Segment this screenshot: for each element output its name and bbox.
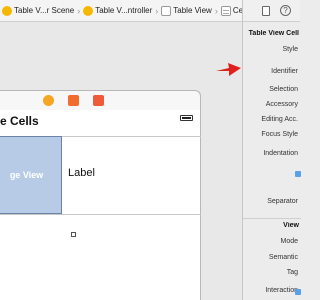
table-view-icon: [161, 5, 172, 16]
selection-label: Selection: [269, 86, 298, 93]
identifier-label: Identifier: [271, 68, 298, 75]
annotation-arrow-icon: [216, 63, 241, 76]
tag-label: Tag: [286, 269, 298, 276]
resize-handle[interactable]: [71, 232, 76, 237]
editing-accessory-label: Editing Acc.: [261, 116, 298, 123]
view-header: View: [283, 222, 299, 229]
interaction-checkbox[interactable]: [295, 289, 301, 295]
attributes-inspector: ? Table View Cell Style Identifier Selec…: [242, 0, 301, 300]
first-responder-icon[interactable]: [68, 95, 79, 106]
view-controller-icon: [83, 5, 94, 16]
breadcrumb-table-view[interactable]: Table View: [159, 0, 214, 21]
image-view-label: ge View: [9, 170, 44, 180]
help-icon[interactable]: ?: [280, 5, 291, 16]
table-view-cell-header: Table View Cell: [248, 30, 299, 37]
exit-icon[interactable]: [93, 95, 104, 106]
chevron-right-icon: ›: [155, 5, 159, 16]
cell-bottom-divider: [0, 214, 201, 215]
breadcrumb-cell-label: Cell: [232, 6, 242, 15]
cell-label[interactable]: Label: [68, 167, 95, 179]
semantic-label: Semantic: [268, 254, 298, 261]
focus-style-label: Focus Style: [261, 131, 298, 138]
chevron-right-icon: ›: [214, 5, 218, 16]
table-view[interactable]: e Cells ge View Label: [0, 110, 201, 300]
table-cell-icon: [220, 5, 231, 16]
breadcrumb-scene-label: Table V...r Scene: [14, 6, 75, 15]
breadcrumb-controller[interactable]: Table V...ntroller: [81, 0, 154, 21]
separator-label: Separator: [267, 198, 298, 205]
breadcrumb-cell[interactable]: Cell: [219, 0, 242, 21]
breadcrumb-table-view-label: Table View: [173, 6, 212, 15]
indentation-stepper[interactable]: [295, 171, 301, 177]
view-controller-icon[interactable]: [43, 95, 54, 106]
jump-bar: Table V...r Scene › Table V...ntroller ›…: [0, 0, 242, 22]
battery-icon: [180, 115, 193, 121]
scene-dock[interactable]: [0, 90, 201, 110]
chevron-right-icon: ›: [77, 5, 81, 16]
inspector-tabs: ?: [243, 0, 300, 22]
breadcrumb-scene[interactable]: Table V...r Scene: [0, 0, 76, 21]
accessory-label: Accessory: [265, 101, 298, 108]
mode-label: Mode: [280, 238, 298, 245]
interaction-label: Interaction: [265, 287, 298, 294]
storyboard-canvas[interactable]: e Cells ge View Label: [0, 22, 242, 300]
file-inspector-icon[interactable]: [262, 6, 270, 16]
section-title: e Cells: [0, 114, 39, 128]
storyboard-scene-icon: [2, 5, 12, 16]
image-view[interactable]: ge View: [0, 136, 62, 214]
section-divider: [243, 218, 301, 219]
breadcrumb-controller-label: Table V...ntroller: [95, 6, 153, 15]
style-label: Style: [282, 46, 298, 53]
indentation-label: Indentation: [263, 150, 298, 157]
